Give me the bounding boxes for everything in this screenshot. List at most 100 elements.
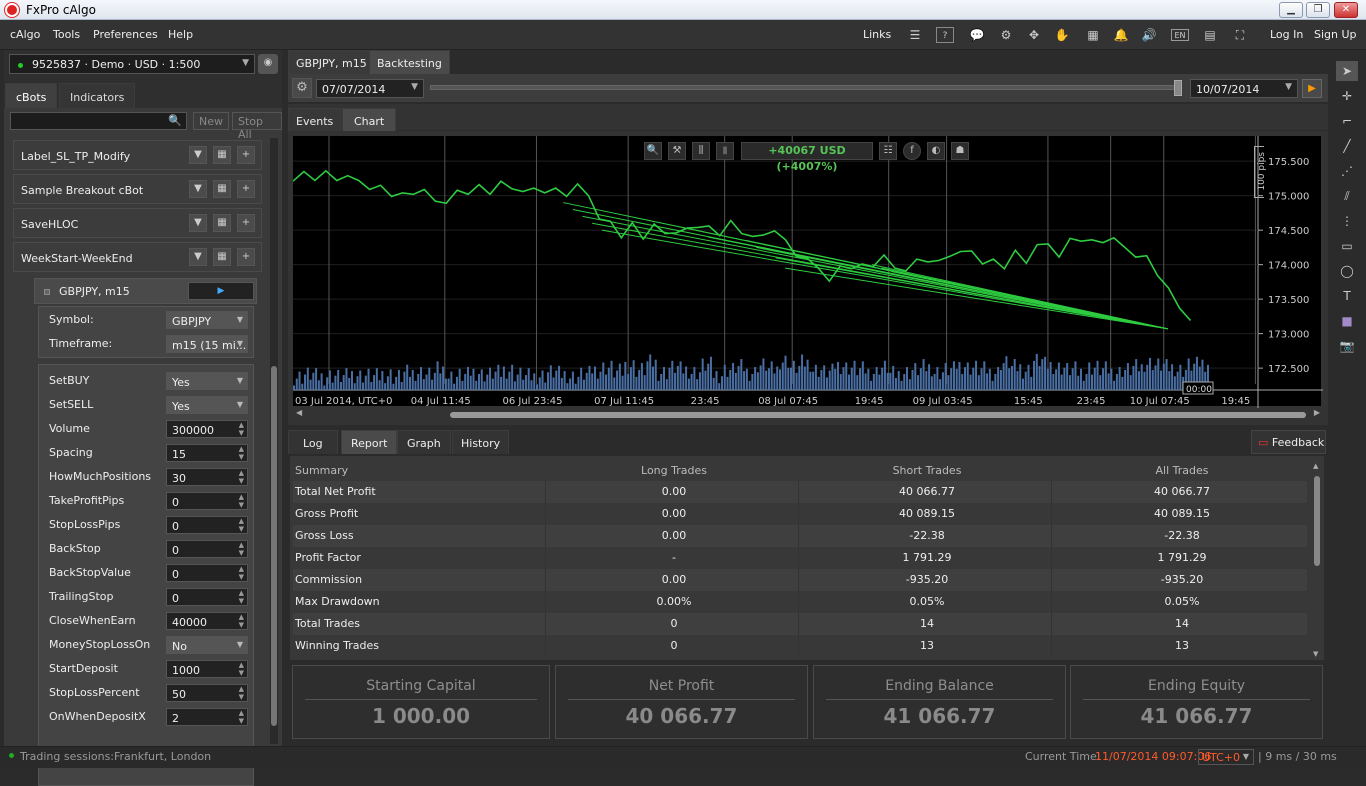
param-stepper[interactable]: 1000 ▲ ▼	[166, 660, 248, 678]
stepper-icon[interactable]: ▲ ▼	[239, 541, 244, 557]
add-instance-icon[interactable]: +	[237, 180, 255, 198]
price-chart[interactable]: 175.500 175.000 174.500 174.000 173.500 173.0…	[292, 135, 1323, 408]
param-stepper[interactable]: 30 ▲ ▼	[166, 468, 248, 486]
menu-tools[interactable]: Tools	[53, 28, 80, 41]
signup-link[interactable]: Sign Up	[1314, 28, 1357, 41]
timezone-select[interactable]: UTC+0 ▼	[1198, 749, 1254, 765]
close-button[interactable]: ✕	[1334, 2, 1358, 18]
report-scrollbar[interactable]: ▲ ▼	[1312, 462, 1322, 658]
stepper-icon[interactable]: ▲ ▼	[239, 709, 244, 725]
chart-scrollbar-thumb[interactable]	[450, 412, 1306, 418]
tab-report[interactable]: Report	[341, 430, 398, 454]
fibonacci-icon[interactable]: ⋰	[1336, 161, 1358, 181]
param-stepper[interactable]: 0 ▲ ▼	[166, 564, 248, 582]
symbol-select[interactable]: GBPJPY ▼	[166, 311, 248, 329]
search-input[interactable]: 🔍	[10, 112, 187, 130]
checklist-icon[interactable]: ☷	[879, 142, 897, 160]
chart-settings-icon[interactable]: ⚒	[668, 142, 686, 160]
candles-icon[interactable]: ⫼	[692, 142, 710, 160]
facebook-icon[interactable]: f	[903, 142, 921, 160]
add-instance-icon[interactable]: +	[237, 248, 255, 266]
run-backtest-button[interactable]: ▶	[1302, 79, 1322, 98]
instances-icon[interactable]: ▦	[213, 146, 231, 164]
date-range-handle[interactable]	[1174, 80, 1182, 96]
instances-icon[interactable]: ▦	[213, 214, 231, 232]
layout-icon[interactable]: ▤	[1201, 27, 1219, 43]
param-stepper[interactable]: 50 ▲ ▼	[166, 684, 248, 702]
account-user-icon[interactable]: ◉	[258, 54, 278, 74]
stepper-icon[interactable]: ▲ ▼	[239, 421, 244, 437]
tab-cbots[interactable]: cBots	[5, 83, 58, 109]
chevron-down-icon[interactable]: ▼	[237, 376, 243, 385]
gear-icon[interactable]: ⚙	[292, 78, 312, 98]
left-scrollbar[interactable]	[270, 138, 278, 744]
calendar-icon[interactable]: ▦	[1084, 27, 1102, 43]
stepper-icon[interactable]: ▲ ▼	[239, 517, 244, 533]
chevron-down-icon[interactable]: ▼	[189, 248, 207, 266]
stepper-icon[interactable]: ▲ ▼	[239, 589, 244, 605]
chevron-down-icon[interactable]: ▼	[237, 400, 243, 409]
menu-help[interactable]: Help	[168, 28, 193, 41]
tab-graph[interactable]: Graph	[397, 430, 451, 454]
restore-button[interactable]: ❐	[1306, 2, 1330, 18]
left-scrollbar-thumb[interactable]	[271, 366, 277, 726]
stepper-icon[interactable]: ▲ ▼	[239, 613, 244, 629]
account-selector[interactable]: 9525837 · Demo · USD · 1:500 ▼	[9, 54, 255, 74]
minimize-button[interactable]: ▁	[1279, 2, 1303, 18]
feedback-button[interactable]: ▭ Feedback	[1251, 430, 1326, 454]
stepper-icon[interactable]: ▲ ▼	[239, 469, 244, 485]
hub-icon[interactable]: ⚙	[997, 27, 1015, 43]
tab-chart[interactable]: Chart	[342, 108, 397, 132]
sound-icon[interactable]: 🔊	[1140, 27, 1158, 43]
chevron-down-icon[interactable]: ▼	[189, 146, 207, 164]
camera-icon[interactable]: 📷	[1336, 336, 1358, 356]
stepper-icon[interactable]: ▲ ▼	[239, 685, 244, 701]
zoom-icon[interactable]: 🔍	[644, 142, 662, 160]
links-menu[interactable]: Links	[863, 28, 891, 41]
stepper-icon[interactable]: ▲ ▼	[239, 445, 244, 461]
stop-all-button[interactable]: Stop All	[232, 112, 282, 141]
param-select[interactable]: Yes ▼	[166, 372, 248, 390]
fullscreen-icon[interactable]: ⛶	[1231, 27, 1249, 43]
chevron-down-icon[interactable]: ▼	[189, 214, 207, 232]
tab-symbol-chart[interactable]: GBPJPY, m15	[288, 50, 375, 74]
param-stepper[interactable]: 0 ▲ ▼	[166, 588, 248, 606]
tab-indicators[interactable]: Indicators	[59, 83, 136, 109]
bot-row[interactable]: WeekStart-WeekEnd ▼ ▦ +	[13, 242, 262, 272]
color-swatch-icon[interactable]: ■	[1336, 311, 1358, 331]
settings-icon[interactable]: ✥	[1025, 27, 1043, 43]
play-button[interactable]: ▶	[188, 282, 254, 300]
trend-line-icon[interactable]: ╱	[1336, 136, 1358, 156]
param-stepper[interactable]: 0 ▲ ▼	[166, 516, 248, 534]
grid-icon[interactable]: ⋮	[1336, 211, 1358, 231]
cursor-icon[interactable]: ➤	[1336, 61, 1358, 81]
rectangle-icon[interactable]: ▭	[1336, 236, 1358, 256]
bell-icon[interactable]: 🔔	[1112, 27, 1130, 43]
tab-history[interactable]: History	[452, 430, 510, 454]
document-icon[interactable]: ☰	[906, 27, 924, 43]
bot-row[interactable]: Label_SL_TP_Modify ▼ ▦ +	[13, 140, 262, 170]
trader-icon[interactable]: ☗	[951, 142, 969, 160]
tab-log[interactable]: Log	[288, 430, 338, 454]
share-icon[interactable]: ◐	[927, 142, 945, 160]
param-stepper[interactable]: 40000 ▲ ▼	[166, 612, 248, 630]
param-stepper[interactable]: 15 ▲ ▼	[166, 444, 248, 462]
language-icon[interactable]: EN	[1171, 29, 1189, 41]
end-date-picker[interactable]: 10/07/2014 ▼	[1190, 79, 1298, 98]
crosshair-icon[interactable]: ✛	[1336, 86, 1358, 106]
stepper-icon[interactable]: ▲ ▼	[239, 565, 244, 581]
param-stepper[interactable]: 0 ▲ ▼	[166, 492, 248, 510]
menu-preferences[interactable]: Preferences	[93, 28, 158, 41]
param-stepper[interactable]: 300000 ▲ ▼	[166, 420, 248, 438]
keyboard-shortcuts-icon[interactable]: ?	[936, 27, 954, 43]
menu-calgo[interactable]: cAlgo	[10, 28, 40, 41]
add-instance-icon[interactable]: +	[237, 146, 255, 164]
timeframe-select[interactable]: m15 (15 mi... ▼	[166, 335, 248, 353]
param-stepper[interactable]: 0 ▲ ▼	[166, 540, 248, 558]
search-icon[interactable]: 🔍	[168, 114, 182, 127]
text-icon[interactable]: T	[1336, 286, 1358, 306]
measure-icon[interactable]: ⌐	[1336, 111, 1358, 131]
pitchfork-icon[interactable]: ⫽	[1336, 186, 1358, 206]
timeframe-icon[interactable]: ▮	[716, 142, 734, 160]
start-date-picker[interactable]: 07/07/2014 ▼	[316, 79, 424, 98]
